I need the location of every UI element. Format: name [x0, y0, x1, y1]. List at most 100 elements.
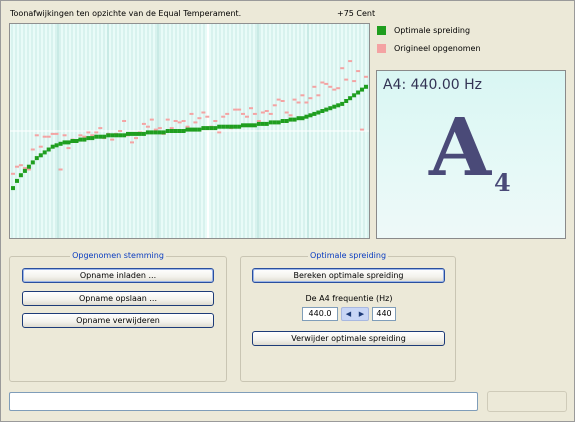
optimal-point: [22, 168, 27, 173]
optimal-point: [74, 139, 79, 143]
original-point: [264, 110, 269, 112]
original-point: [292, 98, 297, 101]
optimal-point: [34, 156, 39, 161]
original-point: [11, 172, 15, 175]
optimal-point: [304, 114, 309, 119]
original-point: [336, 87, 341, 90]
optimal-point: [296, 116, 301, 121]
optimal-point: [66, 140, 71, 145]
original-point: [360, 128, 364, 131]
original-point: [249, 107, 253, 110]
deviation-chart: [9, 23, 370, 239]
original-point: [46, 135, 51, 138]
spin-left-icon[interactable]: ◀: [346, 310, 351, 318]
main-window: Toonafwijkingen ten opzichte van de Equa…: [0, 0, 575, 422]
optimal-point: [58, 141, 63, 146]
original-point: [122, 120, 127, 122]
original-point: [268, 112, 273, 115]
save-recording-button[interactable]: Opname opslaan ...: [22, 291, 214, 306]
legend-original-swatch: [377, 44, 386, 53]
original-point: [296, 101, 301, 104]
original-point: [157, 127, 162, 130]
original-point: [134, 137, 138, 140]
optimal-point: [185, 127, 190, 132]
optimal-point: [145, 130, 150, 135]
delete-recording-button[interactable]: Opname verwijderen: [22, 313, 214, 328]
optimal-point: [233, 124, 238, 129]
original-point: [225, 112, 230, 115]
a4-frequency-field[interactable]: 440.0: [302, 307, 338, 321]
original-point: [328, 85, 333, 88]
optimal-point: [94, 134, 99, 139]
spin-right-icon[interactable]: ▶: [359, 310, 364, 318]
original-point: [197, 117, 202, 120]
optimal-point: [54, 143, 59, 148]
optimal-point: [229, 124, 234, 129]
optimal-point: [209, 126, 214, 131]
optimal-point: [126, 131, 130, 136]
original-point: [241, 112, 245, 115]
original-point: [340, 67, 345, 70]
optimal-point: [78, 137, 83, 142]
optimal-point: [312, 111, 317, 116]
optimal-point: [137, 131, 142, 136]
original-point: [284, 111, 289, 114]
original-point: [82, 135, 87, 138]
original-point: [15, 165, 19, 168]
optimal-point: [348, 96, 353, 101]
original-point: [332, 88, 337, 91]
chart-cents-label: +75 Cent: [337, 9, 376, 18]
a4-target-field[interactable]: 440: [372, 307, 396, 321]
original-point: [130, 141, 134, 144]
optimal-point: [213, 126, 218, 131]
optimal-point: [173, 129, 178, 133]
note-display-panel: A4: 440.00 Hz A 4: [376, 70, 566, 239]
optimal-point: [340, 101, 345, 106]
status-input[interactable]: [9, 392, 478, 411]
optimal-point: [134, 131, 138, 136]
optimal-point: [189, 127, 194, 132]
original-point: [280, 100, 285, 102]
optimal-point: [292, 117, 297, 122]
optimal-point: [18, 173, 23, 178]
optimal-point: [141, 131, 146, 136]
frequency-spinner[interactable]: ◀ ▶: [341, 307, 369, 321]
optimal-point: [352, 93, 357, 98]
original-series: [11, 60, 368, 175]
load-recording-button[interactable]: Opname inladen ...: [22, 268, 214, 283]
optimal-point: [241, 123, 245, 128]
original-point: [304, 101, 309, 104]
remove-optimal-button[interactable]: Verwijder optimale spreiding: [252, 331, 445, 346]
original-point: [221, 115, 226, 118]
optimal-point: [110, 133, 115, 138]
optimal-point: [217, 124, 222, 129]
optimal-point: [249, 123, 253, 128]
original-point: [312, 85, 317, 88]
original-point: [324, 82, 329, 85]
original-point: [173, 120, 178, 122]
original-point: [300, 94, 305, 97]
original-point: [245, 115, 249, 118]
legend-optimal-label: Optimale spreiding: [394, 26, 471, 35]
optimal-point: [30, 160, 35, 165]
original-point: [272, 104, 277, 107]
original-point: [193, 121, 198, 124]
original-point: [78, 134, 83, 137]
original-point: [185, 125, 190, 128]
optimal-point: [288, 117, 293, 122]
original-point: [276, 98, 281, 101]
original-point: [344, 78, 349, 81]
optimal-point: [42, 150, 47, 155]
optimal-point: [149, 130, 154, 135]
original-point: [217, 131, 222, 134]
optimal-point: [165, 129, 170, 133]
optimal-point: [157, 130, 162, 135]
calculate-optimal-button[interactable]: Bereken optimale spreiding: [252, 268, 445, 283]
optimal-point: [300, 116, 305, 121]
optimal-point: [181, 129, 186, 133]
optimal-point: [70, 139, 75, 143]
optimal-point: [169, 129, 174, 133]
original-point: [181, 120, 186, 122]
legend-optimal: Optimale spreiding: [377, 26, 470, 35]
chart-svg: [10, 24, 369, 238]
